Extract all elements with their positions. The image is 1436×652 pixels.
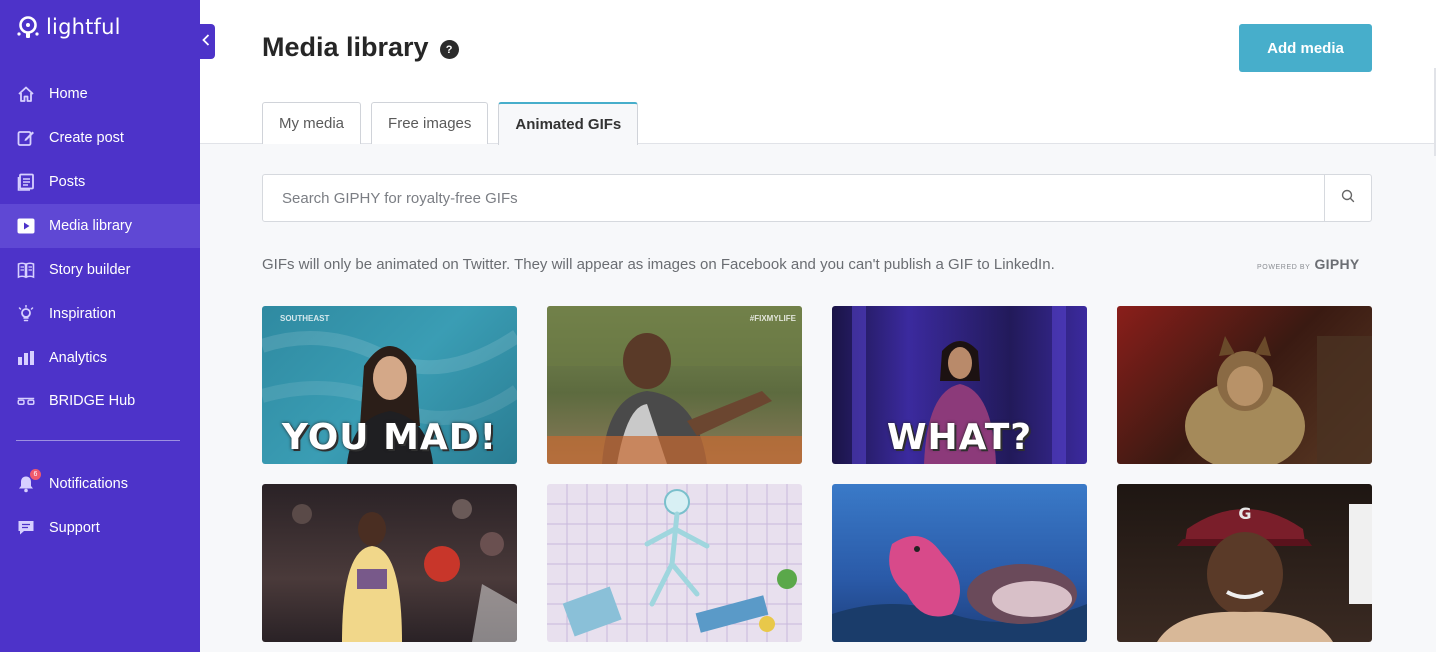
page-title: Media library ? xyxy=(262,32,459,63)
sidebar-item-label: Notifications xyxy=(49,476,128,492)
chat-icon xyxy=(17,519,35,537)
lightful-logo-icon xyxy=(16,14,42,40)
lightbulb-icon xyxy=(17,305,35,323)
gif-item[interactable] xyxy=(1117,306,1372,464)
sidebar-item-label: BRIDGE Hub xyxy=(49,393,136,409)
sidebar-item-label: Analytics xyxy=(49,350,108,366)
gif-caption: YOU MAD! xyxy=(281,417,498,458)
chevron-left-icon xyxy=(201,33,210,51)
notification-badge: 6 xyxy=(30,469,41,480)
sidebar-item-label: Support xyxy=(49,520,100,536)
gif-thumbnail: G xyxy=(1157,504,1372,642)
page-header: Media library ? Add media My media Free … xyxy=(200,0,1436,156)
tab-free-images[interactable]: Free images xyxy=(371,102,489,144)
gif-grid: SOUTHEAST YOU MAD! #FIXMYLIFE WHAT? G xyxy=(262,306,1372,642)
search-icon xyxy=(1341,189,1355,208)
add-media-button[interactable]: Add media xyxy=(1239,24,1372,72)
sidebar-item-label: Inspiration xyxy=(49,306,116,322)
sidebar-divider xyxy=(16,440,180,441)
book-icon xyxy=(17,261,35,279)
gif-item[interactable]: SOUTHEAST YOU MAD! xyxy=(262,306,517,464)
sidebar-item-media-library[interactable]: Media library xyxy=(0,204,200,248)
giphy-search-bar xyxy=(262,174,1372,222)
gif-thumbnail xyxy=(547,484,802,642)
gif-thumbnail xyxy=(1185,336,1372,464)
gif-item[interactable]: G xyxy=(1117,484,1372,642)
posts-icon xyxy=(17,173,35,191)
gif-tag: SOUTHEAST xyxy=(280,314,330,323)
sidebar-item-inspiration[interactable]: Inspiration xyxy=(0,292,200,336)
svg-text:G: G xyxy=(1238,504,1251,523)
sidebar-item-label: Media library xyxy=(49,218,132,234)
gif-item[interactable]: WHAT? xyxy=(832,306,1087,464)
sidebar-item-story-builder[interactable]: Story builder xyxy=(0,248,200,292)
sidebar-nav: Home Create post Posts Media library Sto… xyxy=(0,72,200,422)
sidebar-item-label: Posts xyxy=(49,174,86,190)
search-button[interactable] xyxy=(1324,175,1371,221)
powered-by-label: POWERED BY xyxy=(1257,264,1311,271)
sidebar-item-bridge-hub[interactable]: BRIDGE Hub xyxy=(0,380,200,422)
home-icon xyxy=(17,85,35,103)
sidebar-item-label: Create post xyxy=(49,130,124,146)
sidebar-item-notifications[interactable]: 6 Notifications xyxy=(0,462,200,506)
sidebar: lightful Home Create post Posts Media li… xyxy=(0,0,200,652)
giphy-logo: GIPHY xyxy=(1314,256,1360,272)
powered-by-giphy: POWERED BY GIPHY xyxy=(1257,256,1360,272)
search-input[interactable] xyxy=(263,175,1324,221)
gif-item[interactable] xyxy=(262,484,517,642)
gif-thumbnail xyxy=(832,536,1087,642)
logo-text: lightful xyxy=(46,15,121,39)
gif-thumbnail xyxy=(292,499,517,642)
bar-chart-icon xyxy=(17,349,35,367)
sidebar-item-analytics[interactable]: Analytics xyxy=(0,336,200,380)
media-tabs: My media Free images Animated GIFs xyxy=(262,102,639,145)
sidebar-item-label: Story builder xyxy=(49,262,131,278)
page-title-text: Media library xyxy=(262,32,429,62)
gif-tag: #FIXMYLIFE xyxy=(749,314,796,323)
sidebar-item-create-post[interactable]: Create post xyxy=(0,116,200,160)
sidebar-secondary-nav: 6 Notifications Support xyxy=(0,462,200,550)
gif-info-text: GIFs will only be animated on Twitter. T… xyxy=(262,256,1055,273)
bell-icon: 6 xyxy=(17,469,41,493)
sidebar-item-support[interactable]: Support xyxy=(0,506,200,550)
gif-thumbnail xyxy=(547,306,802,464)
sidebar-item-home[interactable]: Home xyxy=(0,72,200,116)
gif-item[interactable] xyxy=(547,484,802,642)
gif-caption: WHAT? xyxy=(886,417,1033,458)
tab-my-media[interactable]: My media xyxy=(262,102,362,144)
gif-item[interactable]: #FIXMYLIFE xyxy=(547,306,802,464)
play-icon xyxy=(17,217,35,235)
sidebar-item-posts[interactable]: Posts xyxy=(0,160,200,204)
tab-animated-gifs[interactable]: Animated GIFs xyxy=(498,102,639,145)
sidebar-item-label: Home xyxy=(49,86,88,102)
help-icon[interactable]: ? xyxy=(439,40,459,59)
gif-item[interactable] xyxy=(832,484,1087,642)
app-logo[interactable]: lightful xyxy=(16,14,121,40)
glasses-icon xyxy=(17,392,35,410)
collapse-sidebar-button[interactable] xyxy=(196,24,215,59)
edit-icon xyxy=(17,129,35,147)
